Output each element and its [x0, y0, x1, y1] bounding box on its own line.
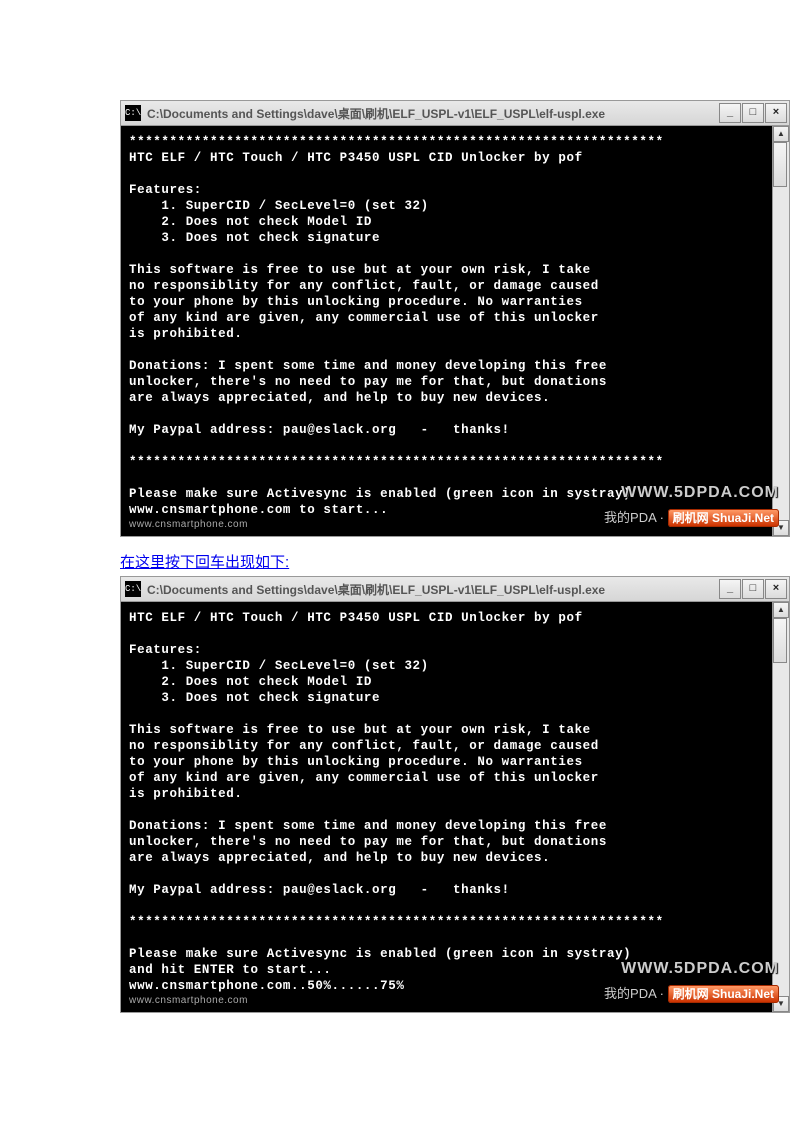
console-output: ****************************************…: [121, 126, 772, 536]
scroll-down-button[interactable]: ▼: [773, 520, 789, 536]
scroll-thumb[interactable]: [773, 618, 787, 663]
cmd-icon: C:\: [125, 581, 141, 597]
maximize-button[interactable]: □: [742, 579, 764, 599]
console-output: HTC ELF / HTC Touch / HTC P3450 USPL CID…: [121, 602, 772, 1012]
scroll-down-button[interactable]: ▼: [773, 996, 789, 1012]
close-button[interactable]: ×: [765, 579, 787, 599]
scrollbar[interactable]: ▲ ▼: [772, 126, 789, 536]
scrollbar[interactable]: ▲ ▼: [772, 602, 789, 1012]
titlebar-2[interactable]: C:\ C:\Documents and Settings\dave\桌面\刷机…: [121, 577, 789, 602]
scroll-track[interactable]: [773, 618, 789, 996]
scroll-up-button[interactable]: ▲: [773, 126, 789, 142]
scroll-track[interactable]: [773, 142, 789, 520]
minimize-button[interactable]: _: [719, 579, 741, 599]
console-body-2: HTC ELF / HTC Touch / HTC P3450 USPL CID…: [121, 602, 789, 1012]
cmd-window-1: C:\ C:\Documents and Settings\dave\桌面\刷机…: [120, 100, 790, 537]
scroll-thumb[interactable]: [773, 142, 787, 187]
scroll-up-button[interactable]: ▲: [773, 602, 789, 618]
window-title: C:\Documents and Settings\dave\桌面\刷机\ELF…: [147, 105, 718, 122]
window-buttons: _ □ ×: [718, 103, 787, 123]
window-title: C:\Documents and Settings\dave\桌面\刷机\ELF…: [147, 581, 718, 598]
window-buttons: _ □ ×: [718, 579, 787, 599]
cmd-icon: C:\: [125, 105, 141, 121]
close-button[interactable]: ×: [765, 103, 787, 123]
minimize-button[interactable]: _: [719, 103, 741, 123]
instruction-text[interactable]: 在这里按下回车出现如下:: [120, 551, 289, 572]
cmd-window-2: C:\ C:\Documents and Settings\dave\桌面\刷机…: [120, 576, 790, 1013]
titlebar-1[interactable]: C:\ C:\Documents and Settings\dave\桌面\刷机…: [121, 101, 789, 126]
console-body-1: ****************************************…: [121, 126, 789, 536]
maximize-button[interactable]: □: [742, 103, 764, 123]
